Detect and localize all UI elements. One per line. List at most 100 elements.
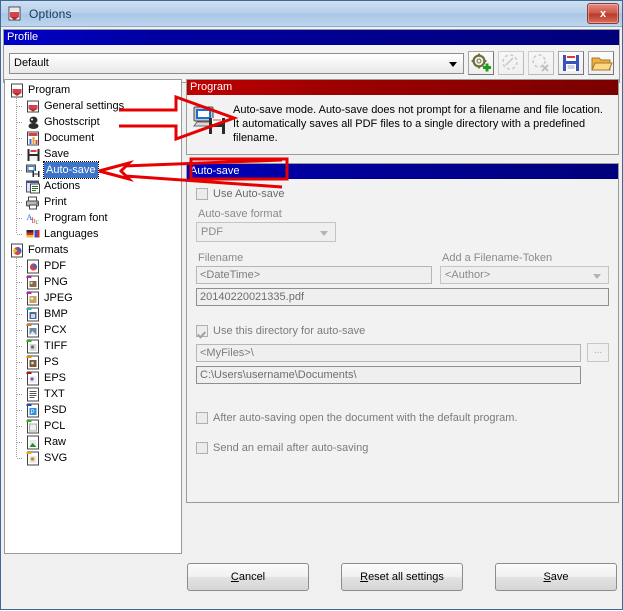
eps-icon [25,371,41,386]
filename-label: Filename [198,252,244,264]
tree-item-label: EPS [44,372,67,384]
tree-guide-stub [17,442,23,443]
tree-item-bmp[interactable]: BMP [5,306,181,322]
use-directory-checkbox[interactable] [196,325,208,337]
tree-item-tiff[interactable]: TIFF [5,338,181,354]
tree-item-program-font[interactable]: Ab c Program font [5,210,181,226]
send-email-checkbox[interactable] [196,442,208,454]
jpeg-icon [25,291,41,306]
tree-item-label: Save [44,148,70,160]
use-directory-label: Use this directory for auto-save [213,325,366,337]
settings-pane: Program Auto-save mode. Auto-save does n… [186,79,619,554]
filename-token-select[interactable]: <Author> [440,266,609,284]
close-button[interactable]: x [587,3,619,24]
tree-guide-stub [17,154,23,155]
monitor-floppy-icon [193,105,227,137]
pdf-options-icon [7,6,23,22]
tree-item-png[interactable]: PNG [5,274,181,290]
tree-item-label: JPEG [44,292,73,304]
tree-item-jpeg[interactable]: JPEG [5,290,181,306]
use-directory-row[interactable]: Use this directory for auto-save [196,323,609,339]
tree-guide-stub [17,106,23,107]
actions-icon [25,179,41,194]
directory-input[interactable]: <MyFiles>\ [196,343,581,362]
ghostscript-icon [25,115,41,130]
program-info-header: Program [187,80,618,95]
tree-item-actions[interactable]: Actions [5,178,181,194]
title-bar: Options x [1,1,622,27]
tree-item-pcl[interactable]: PCL [5,418,181,434]
program-info-body: Auto-save mode. Auto-save does not promp… [187,95,618,154]
tree-item-general-settings[interactable]: General settings [5,98,181,114]
open-profile-button[interactable] [588,51,614,75]
formats-icon [9,243,25,258]
settings-tree[interactable]: Program General settings Ghostscript Docume… [4,79,182,554]
tree-item-label: Auto-save [43,161,99,179]
tree-guide-stub [17,170,23,171]
languages-icon [25,227,41,242]
program-icon [9,83,25,98]
filename-input[interactable]: <DateTime> [196,266,432,284]
program-info-group: Program Auto-save mode. Auto-save does n… [186,79,619,155]
profile-group-header: Profile [4,30,619,45]
open-after-label: After auto-saving open the document with… [213,412,518,424]
save-profile-button[interactable] [558,51,584,75]
save-icon [25,147,41,162]
svg-icon [25,451,41,466]
directory-resolved: C:\Users\username\Documents\ [196,366,581,384]
tree-item-label: PNG [44,276,68,288]
tree-guide-stub [17,330,23,331]
tree-item-ghostscript[interactable]: Ghostscript [5,114,181,130]
tree-item-svg[interactable]: SVG [5,450,181,466]
tree-group-program[interactable]: Program [5,82,181,98]
tree-item-label: Raw [44,436,67,448]
tree-guide-stub [17,410,23,411]
browse-directory-button[interactable]: ... [587,343,609,362]
tree-item-psd[interactable]: P PSD [5,402,181,418]
tree-guide-stub [17,186,23,187]
tree-item-label: SVG [44,452,68,464]
tree-item-pcx[interactable]: PCX [5,322,181,338]
profile-group: Profile Default [3,29,620,83]
save-button[interactable]: Save [495,563,617,591]
ps-icon [25,355,41,370]
send-email-label: Send an email after auto-saving [213,442,369,454]
tree-item-txt[interactable]: TXT [5,386,181,402]
pcl-icon [25,419,41,434]
tree-item-ps[interactable]: PS [5,354,181,370]
tree-item-save[interactable]: Save [5,146,181,162]
use-autosave-row[interactable]: Use Auto-save [196,186,609,202]
send-email-row[interactable]: Send an email after auto-saving [196,440,609,456]
open-after-row[interactable]: After auto-saving open the document with… [196,410,609,426]
tree-item-print[interactable]: Print [5,194,181,210]
tree-guide-stub [17,314,23,315]
cancel-button[interactable]: Cancel [187,563,309,591]
tree-guide-stub [17,202,23,203]
tree-item-label: TXT [44,388,65,400]
print-icon [25,195,41,210]
profile-select-value: Default [14,57,49,69]
tree-item-eps[interactable]: EPS [5,370,181,386]
tree-group-formats[interactable]: Formats [5,242,181,258]
close-icon: x [599,7,607,20]
profile-select[interactable]: Default [9,52,464,74]
tree-item-raw[interactable]: Raw [5,434,181,450]
tree-item-auto-save[interactable]: Auto-save [5,161,181,179]
raw-icon [25,435,41,450]
tree-guide-stub [17,122,23,123]
reset-all-settings-button[interactable]: Reset all settings [341,563,463,591]
tree-item-languages[interactable]: Languages [5,226,181,242]
tree-item-label: PCL [44,420,66,432]
autosave-group-header: Auto-save [187,164,618,179]
add-profile-button[interactable] [468,51,494,75]
save-accel: S [543,571,551,583]
tree-item-pdf[interactable]: PDF [5,258,181,274]
open-after-checkbox[interactable] [196,412,208,424]
tree-item-document[interactable]: Document [5,130,181,146]
use-autosave-checkbox[interactable] [196,188,208,200]
use-autosave-label: Use Auto-save [213,188,285,200]
autosave-format-select[interactable]: PDF [196,222,336,242]
tree-guide-stub [17,218,23,219]
txt-icon [25,387,41,402]
autosave-icon [25,163,41,178]
